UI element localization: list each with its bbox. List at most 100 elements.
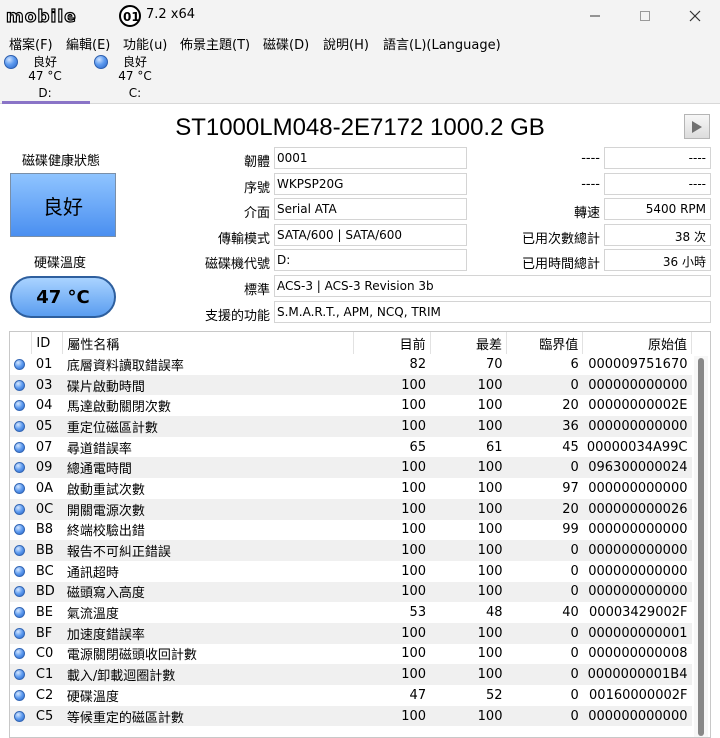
status-good-icon (14, 545, 25, 557)
row-current: 100 (353, 540, 431, 561)
table-row[interactable]: BD 磁頭寫入高度 100 100 0 000000000000 (10, 581, 692, 603)
header-threshold[interactable]: 臨界值 (506, 332, 584, 354)
menu-help[interactable]: 說明(H) (323, 34, 369, 53)
interface-label: 介面 (243, 206, 270, 221)
row-threshold: 0 (506, 581, 583, 603)
row-status-cell (10, 520, 32, 541)
temperature-label: 硬碟溫度 (34, 256, 87, 271)
row-current: 100 (353, 705, 431, 727)
vertical-scrollbar[interactable] (694, 356, 708, 737)
row-status-cell (10, 498, 32, 520)
table-row[interactable]: 07 尋道錯誤率 65 61 45 00000034A99C (10, 437, 692, 458)
menu-disk[interactable]: 磁碟(D) (263, 34, 309, 53)
row-id: BE (35, 605, 54, 621)
row-current: 100 (353, 416, 431, 437)
row-worst: 100 (477, 522, 503, 538)
row-attribute-name: 氣流溫度 (66, 607, 119, 623)
row-attribute-name: 電源關閉磁頭收回計數 (66, 648, 197, 664)
app-logo: mobile 01 (6, 5, 141, 28)
menu-theme[interactable]: 佈景主題(T) (180, 34, 250, 53)
row-attribute-name: 底層資料讀取錯誤率 (66, 358, 184, 374)
minimize-button[interactable] (572, 0, 618, 32)
table-row[interactable]: 04 馬達啟動關閉次數 100 100 20 00000000002E (10, 395, 692, 416)
row-status-cell (10, 540, 32, 561)
next-disk-button[interactable] (684, 114, 710, 139)
row-current: 65 (409, 439, 427, 455)
table-row[interactable]: 09 總通電時間 100 100 0 096300000024 (10, 457, 692, 479)
row-attribute-name: 啟動重試次數 (66, 482, 145, 498)
row-id: C2 (35, 687, 54, 703)
menu-function[interactable]: 功能(u) (123, 34, 167, 53)
row-id: BF (31, 622, 63, 644)
menu-language[interactable]: 語言(L)(Language) (383, 34, 501, 53)
power-on-count-label: 已用次數總計 (521, 232, 600, 247)
header-attribute-name[interactable]: 屬性名稱 (62, 332, 355, 354)
blank-value-2: ---- (604, 173, 711, 195)
row-threshold: 0 (506, 540, 583, 561)
table-row[interactable]: C5 等候重定的磁區計數 100 100 0 000000000000 (10, 705, 692, 727)
drive-letter: C: (128, 86, 142, 100)
row-worst: 100 (477, 480, 503, 496)
menu-file[interactable]: 檔案(F) (9, 34, 53, 53)
status-good-icon (14, 669, 25, 681)
row-threshold: 0 (506, 664, 583, 685)
header-status[interactable] (10, 332, 33, 354)
row-id: C1 (31, 664, 63, 685)
table-row[interactable]: BB 報告不可糾正錯誤 100 100 0 000000000000 (10, 540, 692, 561)
header-worst[interactable]: 最差 (430, 332, 507, 354)
power-on-hours-label: 已用時間總計 (521, 257, 600, 272)
row-current: 100 (353, 374, 431, 396)
smart-attribute-table[interactable]: ID 屬性名稱 目前 最差 臨界值 原始值 01 底層資料讀取錯誤率 82 70 6 00… (9, 331, 711, 738)
row-status-cell (10, 644, 32, 665)
close-button[interactable] (672, 0, 718, 32)
drive-tab-d[interactable]: 良好 47 °C D: (0, 52, 90, 104)
row-worst: 100 (477, 563, 503, 579)
table-row[interactable]: BF 加速度錯誤率 100 100 0 000000000001 (10, 622, 692, 644)
status-good-icon (14, 400, 25, 412)
row-worst: 48 (485, 605, 503, 621)
row-status-cell (10, 457, 32, 479)
row-attribute-name: 加速度錯誤率 (62, 622, 354, 644)
row-id: BB (31, 540, 63, 561)
header-id[interactable]: ID (31, 332, 64, 354)
row-threshold: 99 (562, 522, 579, 538)
play-icon (692, 120, 702, 133)
row-worst: 100 (430, 457, 507, 479)
table-body: 01 底層資料讀取錯誤率 82 70 6 000009751670 03 碟片啟動時間 100 1… (10, 354, 692, 727)
table-row[interactable]: C2 硬碟溫度 47 52 0 00160000002F (10, 685, 692, 706)
row-raw-value: 000000000000 (582, 581, 692, 603)
table-row[interactable]: BE 氣流溫度 53 48 40 00003429002F (10, 602, 692, 623)
table-row[interactable]: 03 碟片啟動時間 100 100 0 000000000000 (10, 374, 692, 396)
row-current: 100 (401, 522, 427, 538)
status-good-icon (14, 648, 25, 660)
temperature-badge[interactable]: 47 °C (10, 276, 116, 318)
table-row[interactable]: 0A 啟動重試次數 100 100 97 000000000000 (10, 478, 692, 499)
table-row[interactable]: BC 通訊超時 100 100 0 000000000000 (10, 561, 692, 582)
drive-status: 良好 (122, 55, 147, 69)
row-attribute-name: 等候重定的磁區計數 (62, 705, 354, 727)
header-current[interactable]: 目前 (353, 332, 431, 354)
maximize-button[interactable] (622, 0, 668, 32)
blank-label-1: ---- (581, 151, 600, 166)
health-status-badge[interactable]: 良好 (10, 173, 116, 237)
table-row[interactable]: C0 電源關閉磁頭收回計數 100 100 0 000000000008 (10, 644, 692, 665)
table-row[interactable]: 0C 開關電源次數 100 100 20 000000000026 (10, 498, 692, 520)
table-row[interactable]: 01 底層資料讀取錯誤率 82 70 6 000009751670 (10, 354, 692, 375)
drive-tab-c[interactable]: 良好 47 °C C: (90, 52, 180, 104)
table-row[interactable]: 05 重定位磁區計數 100 100 36 000000000000 (10, 416, 692, 437)
row-worst: 100 (430, 622, 507, 644)
row-current: 100 (353, 498, 431, 520)
table-row[interactable]: C1 載入/卸載迴圈計數 100 100 0 0000000001B4 (10, 664, 692, 685)
scrollbar-thumb[interactable] (698, 358, 704, 736)
table-row[interactable]: B8 終端校驗出錯 100 100 99 000000000000 (10, 520, 692, 541)
menu-edit[interactable]: 編輯(E) (66, 34, 110, 53)
row-status-cell (10, 416, 32, 437)
blank-label-2: ---- (581, 177, 600, 192)
row-threshold: 40 (562, 605, 579, 621)
row-current: 100 (353, 581, 431, 603)
row-threshold: 0 (570, 687, 579, 703)
header-raw-value[interactable]: 原始值 (582, 332, 692, 354)
row-attribute-name: 硬碟溫度 (66, 689, 119, 705)
row-id: 05 (31, 416, 63, 437)
row-raw-value: 000000000000 (588, 563, 688, 579)
